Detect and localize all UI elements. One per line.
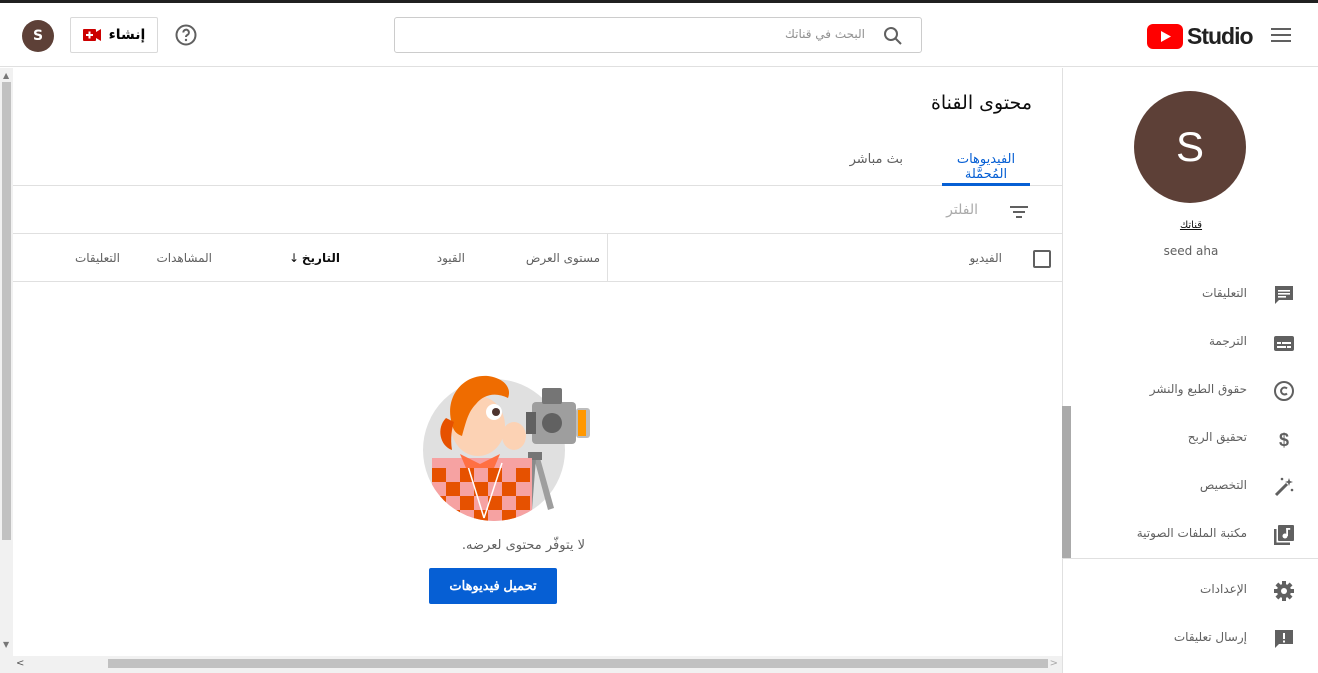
empty-state-illustration: [422, 368, 602, 523]
horizontal-scrollbar[interactable]: < >: [13, 656, 1062, 673]
gear-icon: [1273, 580, 1295, 602]
page-title: محتوى القناة: [930, 92, 1032, 114]
sidebar: S قناتك seed aha التعليقات الترجمة حقوق …: [1062, 68, 1318, 673]
search-input[interactable]: البحث في قناتك: [785, 27, 865, 41]
channel-name: seed aha: [1163, 244, 1219, 258]
sidebar-item-send-feedback[interactable]: إرسال تعليقات: [1063, 618, 1318, 658]
search-icon[interactable]: [883, 26, 903, 46]
feedback-icon: [1273, 628, 1295, 650]
channel-link[interactable]: قناتك: [1063, 220, 1318, 231]
filter-icon[interactable]: [1010, 203, 1028, 218]
content-tabs: الفيديوهات المُحمَّلة بث مباشر: [13, 148, 1062, 186]
column-visibility: مستوى العرض: [525, 251, 600, 265]
tab-uploads[interactable]: الفيديوهات المُحمَّلة: [942, 152, 1030, 186]
search-box[interactable]: البحث في قناتك: [394, 17, 922, 53]
hamburger-menu-icon[interactable]: [1271, 27, 1291, 43]
sidebar-item-comments[interactable]: التعليقات: [1063, 274, 1318, 314]
logo-text: Studio: [1187, 22, 1254, 49]
scroll-left-arrow-icon[interactable]: <: [16, 658, 24, 669]
column-restrictions: القيود: [436, 251, 465, 265]
svg-text:$: $: [1279, 430, 1289, 450]
help-icon[interactable]: [174, 23, 198, 47]
sidebar-item-label: تحقيق الربح: [1187, 430, 1247, 444]
scroll-down-arrow-icon[interactable]: ▼: [3, 640, 9, 649]
tab-live[interactable]: بث مباشر: [850, 152, 903, 186]
empty-state-message: لا يتوفّر محتوى لعرضه.: [461, 538, 586, 553]
column-divider: [607, 234, 608, 282]
select-all-checkbox[interactable]: [1033, 250, 1051, 268]
sidebar-item-copyright[interactable]: حقوق الطبع والنشر: [1063, 370, 1318, 410]
create-button[interactable]: إنشاء: [70, 17, 158, 53]
filter-bar[interactable]: الفلتر: [13, 186, 1062, 234]
vertical-scrollbar[interactable]: ▲ ▼: [0, 68, 13, 673]
subtitles-icon: [1273, 332, 1295, 354]
content-panel: محتوى القناة الفيديوهات المُحمَّلة بث مب…: [13, 68, 1062, 656]
copyright-icon: [1273, 380, 1295, 402]
filter-input[interactable]: الفلتر: [946, 202, 978, 218]
sidebar-item-subtitles[interactable]: الترجمة: [1063, 322, 1318, 362]
scroll-right-arrow-icon[interactable]: >: [1050, 658, 1058, 669]
account-avatar[interactable]: S: [22, 20, 54, 52]
top-header: S إنشاء البحث في قناتك Studio: [0, 3, 1318, 67]
scrollbar-thumb[interactable]: [2, 82, 11, 540]
dollar-icon: $: [1273, 428, 1295, 450]
create-label: إنشاء: [108, 27, 146, 43]
sidebar-item-settings[interactable]: الإعدادات: [1063, 570, 1318, 610]
sidebar-item-label: التعليقات: [1201, 286, 1247, 300]
audio-library-icon: [1273, 524, 1295, 546]
magic-wand-icon: [1273, 476, 1295, 498]
sidebar-item-label: إرسال تعليقات: [1173, 630, 1247, 644]
scroll-up-arrow-icon[interactable]: ▲: [3, 71, 9, 80]
upload-videos-button[interactable]: تحميل فيديوهات: [429, 568, 557, 604]
sidebar-item-customization[interactable]: التخصيص: [1063, 466, 1318, 506]
sidebar-item-label: مكتبة الملفات الصوتية: [1136, 526, 1247, 540]
column-views: المشاهدات: [156, 251, 212, 265]
table-header: الفيديو مستوى العرض القيود التاريخ ↓ الم…: [13, 234, 1062, 282]
column-comments: التعليقات: [74, 251, 120, 265]
sort-arrow-down-icon[interactable]: ↓: [289, 251, 299, 265]
channel-avatar[interactable]: S: [1134, 91, 1246, 203]
horizontal-scrollbar-thumb[interactable]: [108, 659, 1048, 668]
column-date[interactable]: التاريخ: [302, 251, 340, 265]
sidebar-item-monetization[interactable]: تحقيق الربح $: [1063, 418, 1318, 458]
sidebar-item-label: حقوق الطبع والنشر: [1149, 382, 1247, 396]
sidebar-divider: [1063, 558, 1318, 559]
sidebar-scrollbar-thumb[interactable]: [1062, 406, 1071, 558]
comment-icon: [1273, 284, 1295, 306]
sidebar-item-audio-library[interactable]: مكتبة الملفات الصوتية: [1063, 514, 1318, 554]
youtube-studio-logo[interactable]: Studio: [1147, 22, 1254, 50]
sidebar-item-label: الترجمة: [1208, 334, 1247, 348]
sidebar-item-label: الإعدادات: [1200, 582, 1247, 596]
youtube-logo-icon: [1147, 23, 1183, 49]
create-video-icon: [82, 29, 101, 41]
column-video: الفيديو: [969, 251, 1002, 265]
sidebar-item-label: التخصيص: [1199, 478, 1247, 492]
